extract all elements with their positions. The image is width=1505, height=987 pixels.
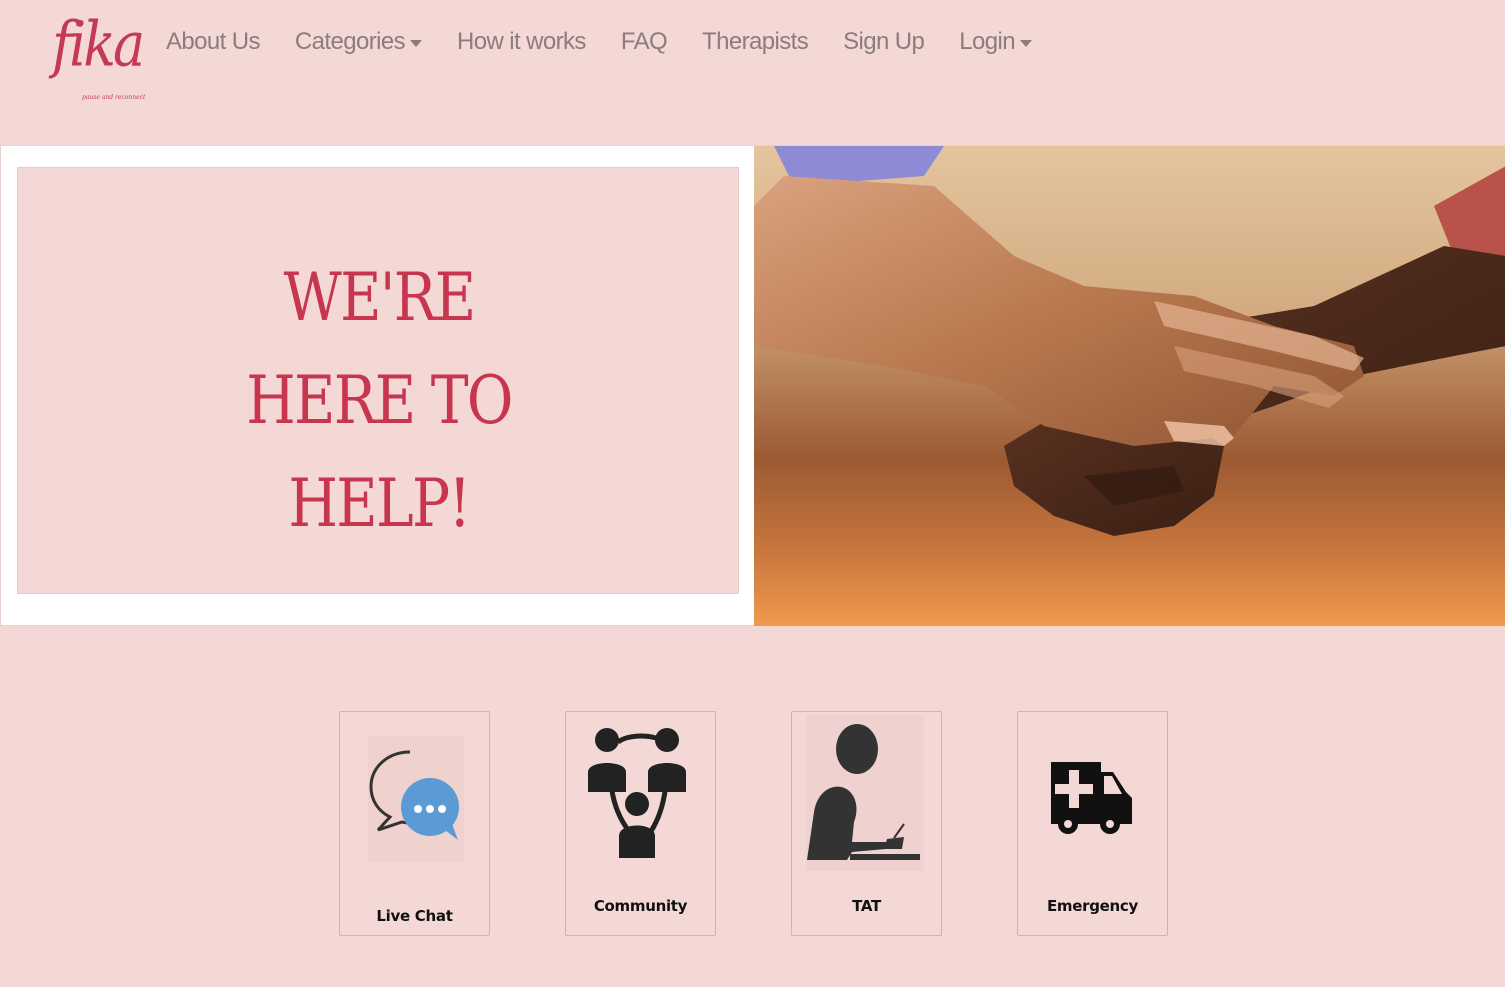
nav-menu: About Us Categories How it works FAQ The… (166, 28, 1067, 56)
service-card-community[interactable]: Community (565, 711, 716, 936)
nav-item-label: How it works (457, 28, 586, 55)
hero-heading-line: HELP! (288, 465, 471, 542)
caret-down-icon (1020, 39, 1033, 47)
nav-item-sign-up[interactable]: Sign Up (843, 28, 925, 56)
ambulance-icon (1051, 762, 1132, 834)
service-card-label: Live Chat (376, 907, 453, 925)
nav-item-faq[interactable]: FAQ (620, 28, 668, 56)
hero-heading-line: WE'RE (283, 259, 477, 336)
nav-item-categories[interactable]: Categories (295, 28, 422, 56)
nav-item-how-it-works[interactable]: How it works (457, 28, 586, 56)
hero-heading: WE'RE HERE TO HELP! (69, 246, 690, 555)
nav-item-therapists[interactable]: Therapists (702, 28, 809, 56)
service-card-tat[interactable]: TAT (791, 711, 942, 936)
service-card-live-chat[interactable]: Live Chat (339, 711, 490, 936)
clasped-hands-illustration (754, 146, 1505, 626)
nav-item-login[interactable]: Login (959, 28, 1033, 56)
person-writing-icon (806, 715, 924, 871)
nav-item-label: Categories (294, 28, 406, 55)
nav-item-label: Therapists (702, 28, 809, 55)
hero-image-clasped-hands (754, 146, 1505, 626)
hero-heading-line: HERE TO (246, 362, 513, 439)
service-card-emergency[interactable]: Emergency (1017, 711, 1168, 936)
brand-logo[interactable]: fika pause and reconnect (48, 8, 145, 108)
nav-item-label: Sign Up (843, 28, 925, 55)
nav-item-label: FAQ (620, 28, 668, 55)
chat-bubbles-icon (368, 736, 464, 862)
caret-down-icon (410, 39, 422, 47)
nav-item-label: Login (959, 28, 1016, 55)
brand-tagline: pause and reconnect (82, 94, 146, 101)
service-card-label: Community (593, 897, 688, 915)
hero-text-panel: WE'RE HERE TO HELP! (17, 167, 739, 594)
nav-item-about-us[interactable]: About Us (166, 28, 261, 56)
community-icon (588, 728, 686, 858)
navbar: fika pause and reconnect About Us Catego… (0, 0, 1505, 145)
service-card-label: Emergency (1046, 897, 1138, 915)
nav-item-label: About Us (166, 28, 261, 55)
brand-name: fika (52, 8, 145, 81)
hero-section: WE'RE HERE TO HELP! (0, 145, 1505, 626)
service-card-label: TAT (852, 897, 881, 915)
